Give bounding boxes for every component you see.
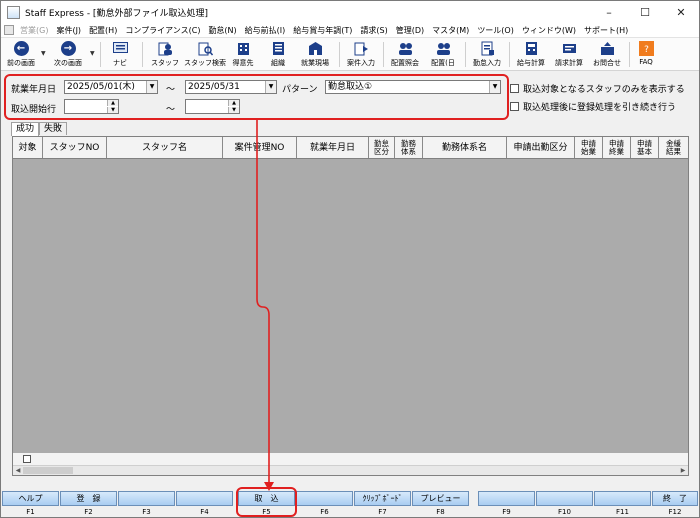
function-key-bar: ヘルプ F1 登 録 F2 F3 F4 取 込 F5 F6 ｸﾘｯﾌﾟﾎﾞｰﾄﾞ… xyxy=(1,491,699,518)
fkey-f4[interactable] xyxy=(176,491,233,506)
fkey-f1-help[interactable]: ヘルプ xyxy=(2,491,59,506)
fkey-f9[interactable] xyxy=(478,491,535,506)
fkey-f10[interactable] xyxy=(536,491,593,506)
fkey-f8-preview[interactable]: プレビュー xyxy=(412,491,469,506)
annotation-arrow xyxy=(256,120,274,491)
fkey-f3[interactable] xyxy=(118,491,175,506)
fkey-f11[interactable] xyxy=(594,491,651,506)
fkey-f7-clipboard[interactable]: ｸﾘｯﾌﾟﾎﾞｰﾄﾞ xyxy=(354,491,411,506)
app-window: Staff Express - [勤怠外部ファイル取込処理] – ☐ ✕ 営業(… xyxy=(0,0,700,518)
fkey-f6[interactable] xyxy=(296,491,353,506)
fkey-f2-register[interactable]: 登 録 xyxy=(60,491,117,506)
import-button-highlight xyxy=(236,487,297,517)
fkey-f12-exit[interactable]: 終 了 xyxy=(652,491,698,506)
